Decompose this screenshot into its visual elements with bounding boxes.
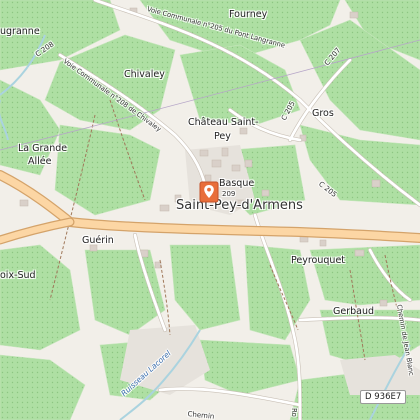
place-label-gros: Gros [312,108,334,119]
map-view[interactable]: Voie Communale n°205 du Pont Langranne V… [0,0,420,420]
village-label: Saint-Pey-d'Armens [176,198,303,213]
place-label-grande-allee-line1: La Grande [18,143,68,154]
place-label-chateau-line2: Pey [214,131,231,142]
place-label-chivaley: Chivaley [124,69,165,80]
place-label-gerbaud: Gerbaud [333,306,375,317]
place-label-ugranne: ugranne [0,26,40,37]
place-label-grande-allee-line2: Allée [28,156,52,167]
road-label-ro: Ro [290,408,298,417]
road-shield-d936e7: D 936E7 [360,390,407,404]
place-label-fourney: Fourney [229,9,268,20]
road-label-chemin: Chemin [187,410,215,420]
place-label-chateau-line1: Château Saint- [188,117,259,128]
map-pin-icon[interactable] [199,181,219,203]
place-label-oix-sud: oix-Sud [0,270,36,281]
place-label-basque: Basque [219,178,255,189]
place-label-peyrouquet: Peyrouquet [291,255,346,266]
place-label-guerin: Guérin [82,235,114,246]
road-label-209: 209 [222,190,236,198]
